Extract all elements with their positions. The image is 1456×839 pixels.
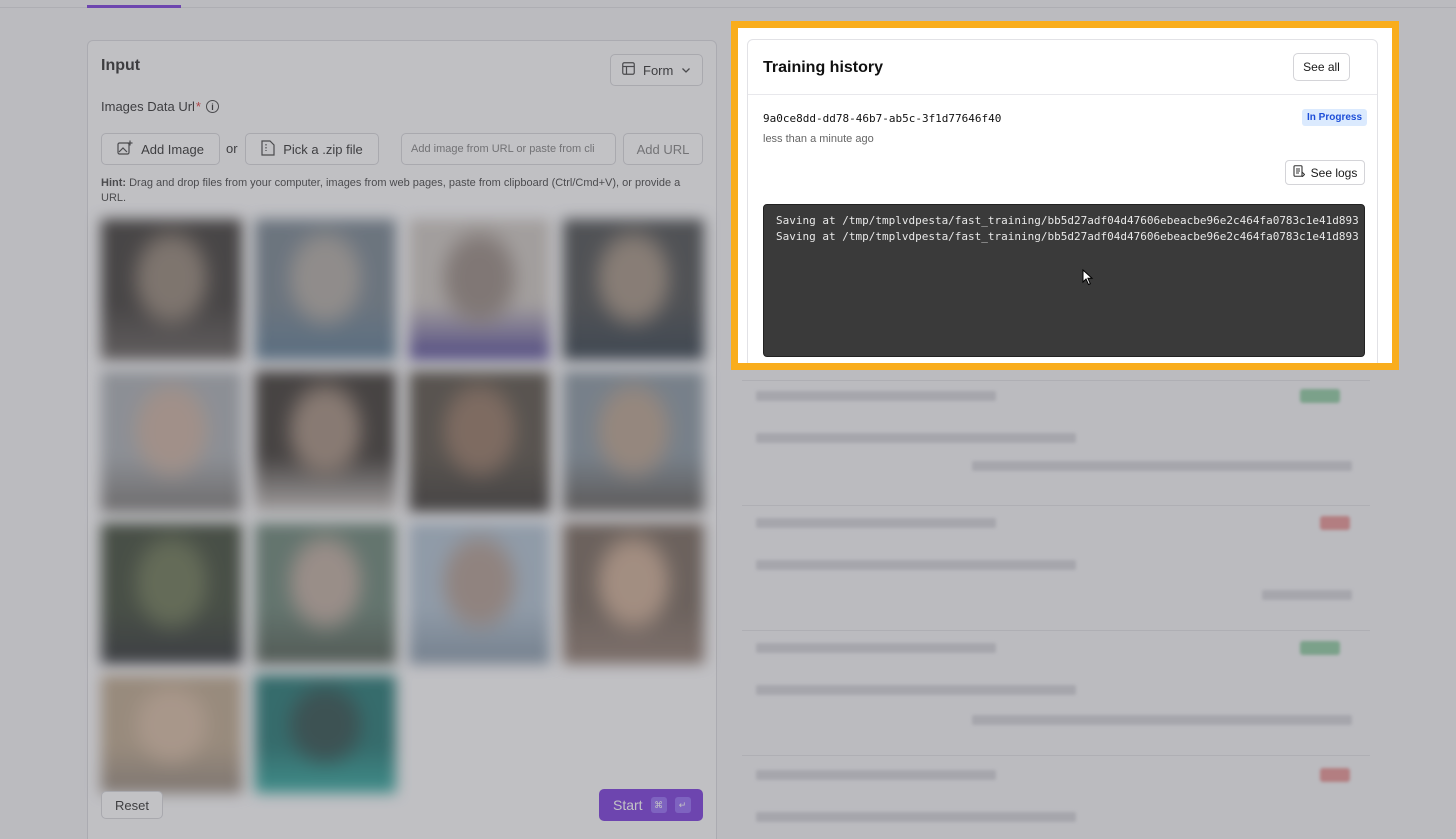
training-history-card: Training history See all 9a0ce8dd-dd78-4… (747, 39, 1378, 363)
see-all-label: See all (1303, 60, 1340, 74)
log-output[interactable]: Saving at /tmp/tmplvdpesta/fast_training… (763, 204, 1365, 357)
run-timestamp: less than a minute ago (763, 133, 874, 145)
run-id: 9a0ce8dd-dd78-46b7-ab5c-3f1d77646f40 (763, 112, 1002, 125)
logs-icon (1293, 165, 1305, 180)
training-history-title: Training history (763, 59, 884, 76)
see-logs-label: See logs (1310, 165, 1358, 180)
log-line: Saving at /tmp/tmplvdpesta/fast_training… (776, 230, 1359, 243)
card-header: Training history See all (748, 40, 1377, 95)
see-all-button[interactable]: See all (1293, 53, 1350, 81)
highlight-frame: Training history See all 9a0ce8dd-dd78-4… (731, 21, 1399, 370)
see-logs-button[interactable]: See logs (1285, 160, 1365, 185)
log-line: Saving at /tmp/tmplvdpesta/fast_training… (776, 214, 1359, 227)
mouse-cursor-icon (1082, 268, 1094, 291)
status-badge: In Progress (1302, 109, 1368, 126)
